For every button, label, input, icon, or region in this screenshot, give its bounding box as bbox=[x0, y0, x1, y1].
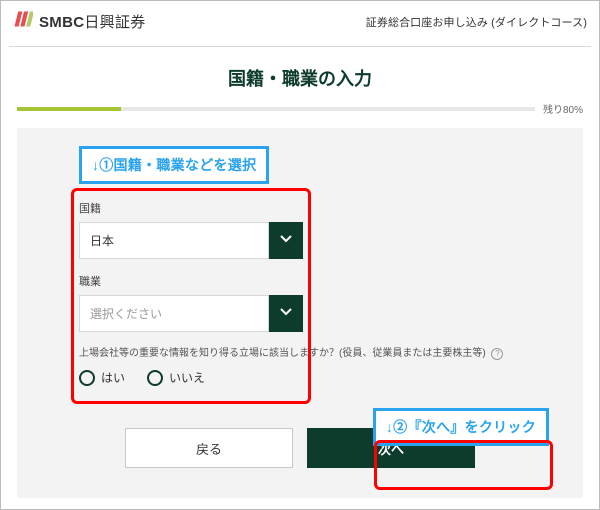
radio-no-label: いいえ bbox=[169, 369, 205, 386]
occupation-select[interactable]: 選択ください bbox=[79, 295, 303, 332]
nationality-select-value[interactable]: 日本 bbox=[79, 222, 269, 259]
page-title: 国籍・職業の入力 bbox=[1, 65, 599, 91]
progress-remaining-label: 残り80% bbox=[543, 101, 583, 116]
progress: 残り80% bbox=[1, 101, 599, 116]
info-icon[interactable]: ? bbox=[491, 348, 503, 360]
header-subtitle: 証券総合口座お申し込み (ダイレクトコース) bbox=[366, 14, 587, 30]
insider-question-text: 上場会社等の重要な情報を知り得る立場に該当しますか？(役員、従業員または主要株主… bbox=[79, 348, 486, 359]
nationality-select[interactable]: 日本 bbox=[79, 222, 303, 259]
radio-circle-icon bbox=[147, 370, 163, 386]
back-button[interactable]: 戻る bbox=[125, 428, 293, 468]
form-panel: ↓①国籍・職業などを選択 国籍 日本 職業 選択ください bbox=[17, 128, 583, 498]
nationality-label: 国籍 bbox=[79, 200, 303, 216]
radio-yes-label: はい bbox=[101, 369, 125, 386]
insider-question: 上場会社等の重要な情報を知り得る立場に該当しますか？(役員、従業員または主要株主… bbox=[79, 346, 549, 361]
annotation-step1: ↓①国籍・職業などを選択 bbox=[79, 146, 269, 184]
nationality-select-toggle[interactable] bbox=[269, 222, 303, 259]
brand-logo-icon bbox=[13, 9, 33, 34]
annotation-step2: ↓②『次へ』をクリック bbox=[373, 408, 549, 446]
insider-radio-group: はい いいえ bbox=[79, 369, 549, 386]
header-divider bbox=[9, 46, 591, 47]
occupation-select-toggle[interactable] bbox=[269, 295, 303, 332]
chevron-down-icon bbox=[280, 232, 292, 250]
brand-name: SMBC日興証券 bbox=[39, 11, 146, 32]
progress-bar bbox=[17, 107, 535, 111]
chevron-down-icon bbox=[280, 305, 292, 323]
occupation-label: 職業 bbox=[79, 273, 303, 289]
occupation-select-placeholder[interactable]: 選択ください bbox=[79, 295, 269, 332]
radio-yes[interactable]: はい bbox=[79, 369, 125, 386]
radio-circle-icon bbox=[79, 370, 95, 386]
brand: SMBC日興証券 bbox=[13, 9, 146, 34]
header: SMBC日興証券 証券総合口座お申し込み (ダイレクトコース) bbox=[1, 1, 599, 46]
form-fields: 国籍 日本 職業 選択ください bbox=[79, 200, 303, 332]
app-window: SMBC日興証券 証券総合口座お申し込み (ダイレクトコース) 国籍・職業の入力… bbox=[0, 0, 600, 510]
progress-bar-fill bbox=[17, 107, 121, 111]
radio-no[interactable]: いいえ bbox=[147, 369, 205, 386]
